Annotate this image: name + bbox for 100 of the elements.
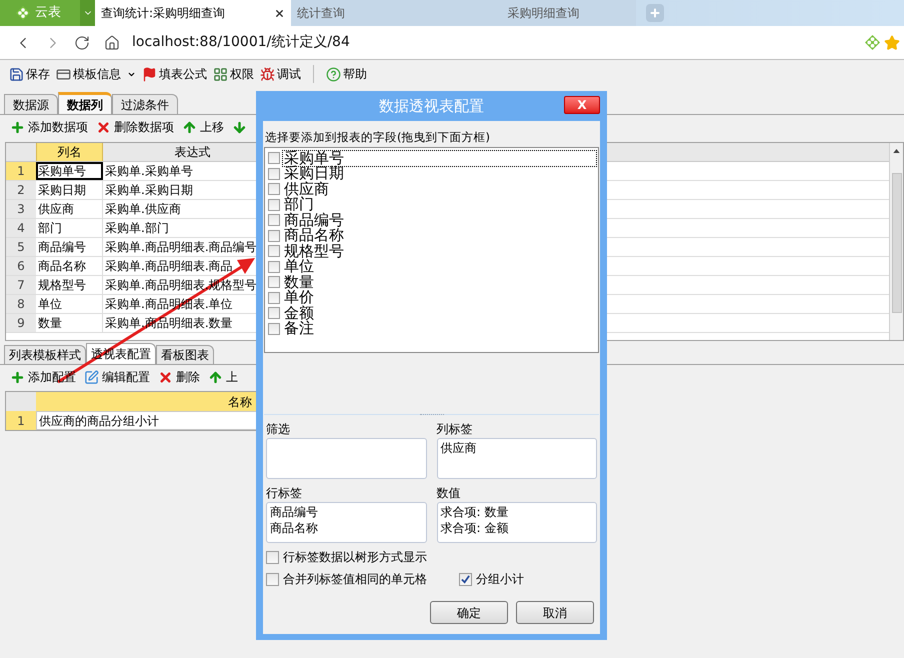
checkbox[interactable] (268, 214, 280, 226)
logo-icon (865, 35, 880, 50)
dialog-button[interactable]: 取消 (516, 601, 594, 624)
toolbar-button[interactable]: 添加数据项 (10, 118, 88, 136)
drop-area[interactable]: 商品编号 商品名称 (266, 502, 426, 543)
home-icon[interactable] (104, 34, 120, 50)
arrow-down-icon[interactable] (232, 120, 247, 134)
flag-icon (142, 66, 157, 82)
field-name[interactable]: 单位 (283, 259, 315, 274)
scrollbar[interactable] (889, 143, 903, 340)
bottom-tab[interactable]: 列表模板样式 (4, 345, 86, 364)
checkmark-icon (461, 574, 470, 584)
option-label: 行标签数据以树形方式显示 (283, 549, 427, 566)
grid-icon (213, 66, 228, 82)
toolbar-button[interactable]: 模板信息 (56, 63, 136, 85)
table-cell: 规格型号 (36, 276, 103, 294)
dialog-button[interactable]: 确定 (430, 601, 508, 624)
checkbox[interactable] (268, 307, 280, 319)
new-tab-button[interactable] (646, 4, 664, 22)
table-cell: 商品名称 (36, 257, 103, 275)
checkbox[interactable] (266, 550, 279, 564)
row-header[interactable]: 3 (6, 200, 36, 218)
field-name[interactable]: 单价 (283, 290, 315, 305)
row-header[interactable]: 5 (6, 238, 36, 256)
toolbar-button[interactable]: 调试 (260, 63, 301, 85)
app-name: 云表 (35, 4, 61, 22)
toolbar-button[interactable]: 权限 (213, 63, 254, 85)
area-label: 行标签 (266, 485, 303, 500)
designer-tab[interactable]: 过滤条件 (112, 94, 178, 114)
field-name[interactable]: 采购单号 (283, 150, 596, 166)
option-label: 分组小计 (476, 571, 524, 588)
area-item[interactable]: 商品编号 (270, 504, 422, 520)
card-icon (56, 66, 71, 82)
toolbar-button[interactable]: 删除数据项 (96, 118, 174, 136)
designer-tab[interactable]: 数据源 (4, 94, 58, 114)
field-name[interactable]: 供应商 (283, 182, 330, 196)
field-name[interactable]: 数量 (283, 274, 315, 290)
row-header[interactable]: 9 (6, 314, 36, 332)
row-header[interactable]: 7 (6, 276, 36, 294)
address-field[interactable]: localhost:88/10001/统计定义/84 (132, 32, 350, 53)
scroll-up-icon[interactable] (893, 149, 900, 153)
drop-area[interactable]: 求合项: 数量 求合项: 金额 (436, 502, 597, 543)
save-icon (9, 66, 24, 82)
designer-tab[interactable]: 数据列 (58, 92, 112, 114)
checkbox[interactable] (268, 230, 280, 242)
table-cell: 单位 (36, 295, 103, 313)
checkbox[interactable] (268, 198, 280, 210)
row-header[interactable]: 8 (6, 295, 36, 313)
column-header[interactable]: 列名 (36, 143, 103, 161)
row-header[interactable]: 4 (6, 219, 36, 237)
table-cell: 供应商 (36, 200, 103, 218)
checkbox[interactable] (268, 245, 280, 257)
field-name[interactable]: 商品名称 (283, 228, 345, 243)
row-header: 1 (6, 411, 36, 430)
table-cell: 采购单号 (36, 162, 103, 180)
toolbar-button[interactable]: 删除 (158, 368, 200, 386)
drop-area[interactable]: 供应商 (436, 438, 597, 479)
row-header[interactable]: 2 (6, 181, 36, 199)
area-item[interactable]: 供应商 (440, 440, 593, 456)
field-name[interactable]: 部门 (283, 197, 315, 212)
toolbar-button[interactable]: 保存 (9, 63, 50, 85)
field-name[interactable]: 商品编号 (283, 212, 345, 228)
browser-tab[interactable]: 查询统计:采购明细查询 (95, 0, 291, 26)
star-icon[interactable] (884, 34, 900, 50)
row-header[interactable]: 6 (6, 257, 36, 275)
checkbox[interactable] (268, 168, 280, 180)
drop-area[interactable] (266, 438, 426, 479)
checkbox[interactable] (266, 572, 279, 586)
checkbox[interactable] (268, 276, 280, 288)
table-cell: 数量 (36, 314, 103, 332)
checkbox[interactable] (268, 152, 280, 164)
area-item[interactable]: 求合项: 数量 (440, 504, 593, 520)
table-cell-text: 采购单.商品明细表.商品编号 (104, 239, 257, 256)
table-cell-text: 采购单.商品明细表.商品 (104, 258, 233, 275)
toolbar-button[interactable]: 填表公式 (142, 63, 207, 85)
toolbar-button[interactable]: 上移 (182, 118, 224, 136)
plus-icon (10, 120, 25, 134)
checkbox[interactable] (268, 183, 280, 195)
delete-icon (96, 120, 111, 134)
table-cell-text: 采购单.采购单号 (104, 163, 193, 180)
table-cell-text: 采购单.部门 (104, 220, 169, 237)
reload-icon[interactable] (74, 34, 90, 50)
delete-icon (158, 370, 173, 384)
toolbar-button[interactable]: 编辑配置 (84, 368, 150, 386)
row-header[interactable]: 1 (6, 162, 36, 180)
field-name[interactable]: 规格型号 (283, 244, 345, 258)
field-name[interactable]: 金额 (283, 306, 315, 320)
checkbox[interactable] (268, 322, 280, 334)
table-cell: 部门 (36, 219, 103, 237)
bottom-tab[interactable]: 看板图表 (156, 345, 214, 364)
area-item[interactable]: 商品名称 (270, 520, 422, 536)
help-icon (326, 66, 341, 82)
toolbar-button[interactable]: 上 (208, 368, 238, 386)
plus-icon (649, 7, 661, 19)
toolbar-button[interactable]: 帮助 (326, 63, 367, 85)
field-name[interactable]: 备注 (283, 321, 315, 336)
area-item[interactable]: 求合项: 金额 (440, 520, 593, 536)
checkbox[interactable] (268, 292, 280, 304)
checkbox[interactable] (268, 260, 280, 272)
checkbox[interactable] (459, 572, 472, 586)
